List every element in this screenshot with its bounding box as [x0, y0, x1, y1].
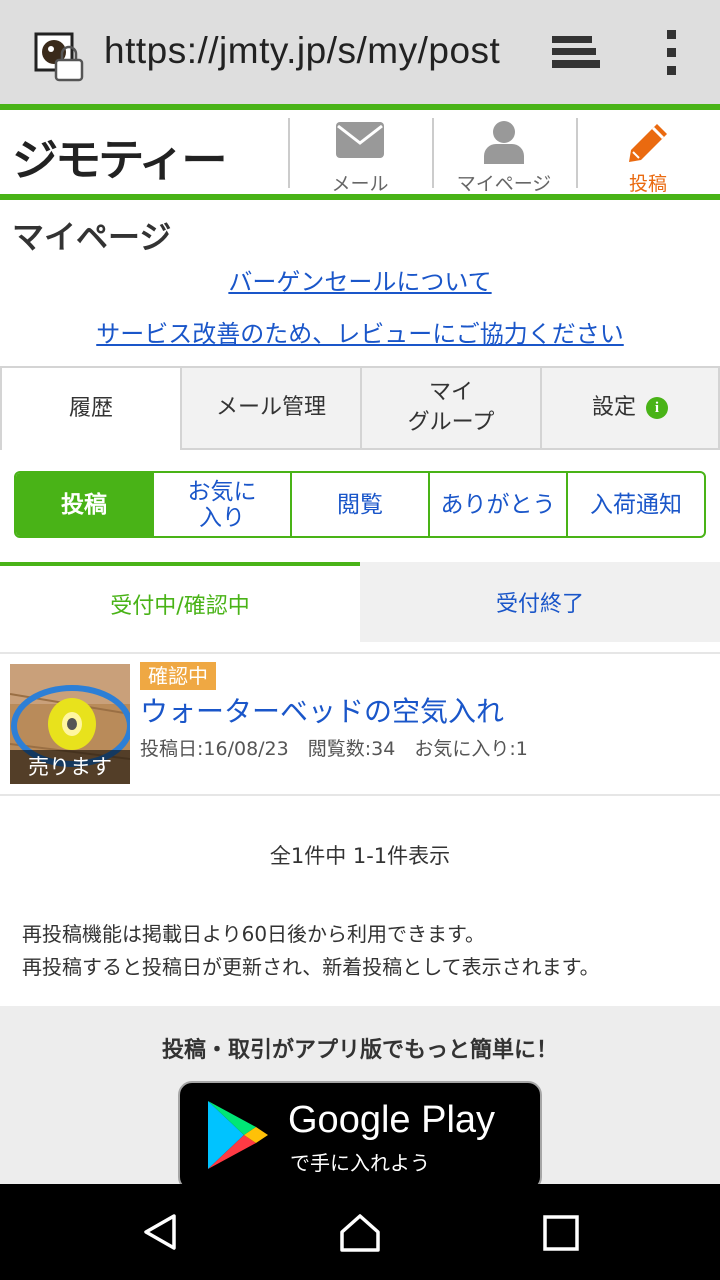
tab-mail-manage-label: メール管理	[215, 395, 326, 420]
segment-thanks[interactable]: ありがとう	[428, 473, 566, 536]
site-header: ジモティー メール マイページ 投稿	[0, 110, 720, 196]
overflow-menu-icon[interactable]	[664, 30, 680, 76]
site-logo[interactable]: ジモティー	[12, 124, 228, 188]
repost-note: 再投稿機能は掲載日より60日後から利用できます。 再投稿すると投稿日が更新され、…	[22, 918, 600, 984]
segment-favorites-line2: 入り	[199, 504, 245, 531]
back-icon[interactable]	[140, 1212, 180, 1252]
recents-icon[interactable]	[542, 1214, 580, 1252]
segment-favorites-line1: お気に	[187, 478, 257, 505]
review-request-link[interactable]: サービス改善のため、レビューにご協力ください	[0, 314, 720, 349]
result-count: 全1件中 1-1件表示	[269, 844, 451, 868]
listing-meta: 投稿日:16/08/23 閲覧数:34 お気に入り:1	[140, 738, 528, 760]
status-subtabs: 受付中/確認中 受付終了	[0, 562, 720, 642]
listing-thumbnail[interactable]: 売ります	[10, 664, 130, 784]
app-promo-text: 投稿・取引がアプリ版でもっと簡単に！	[161, 1038, 558, 1063]
tab-my-group[interactable]: マイ グループ	[360, 366, 542, 450]
info-icon: i	[646, 397, 668, 419]
tab-history[interactable]: 履歴	[0, 366, 182, 450]
segment-favorites[interactable]: お気に 入り	[152, 473, 290, 536]
google-play-icon	[208, 1101, 268, 1169]
tabs-icon[interactable]	[548, 34, 602, 74]
google-play-badge[interactable]: Google Play で手に入れよう	[178, 1081, 542, 1191]
browser-toolbar: https://jmty.jp/s/my/post	[0, 0, 720, 104]
mail-icon	[336, 122, 384, 158]
divider	[0, 794, 720, 796]
divider	[0, 652, 720, 654]
listing-category-label: 売ります	[10, 750, 130, 784]
segment-post[interactable]: 投稿	[16, 473, 152, 536]
segment-viewed[interactable]: 閲覧	[290, 473, 428, 536]
subtab-accepting[interactable]: 受付中/確認中	[0, 562, 360, 642]
status-badge: 確認中	[140, 662, 216, 690]
nav-mypage[interactable]: マイページ	[434, 110, 574, 196]
header-bottom-line	[0, 194, 720, 200]
tab-history-label: 履歴	[68, 396, 113, 421]
nav-mypage-label: マイページ	[456, 173, 552, 195]
nav-post[interactable]: 投稿	[578, 110, 718, 196]
nav-mail[interactable]: メール	[290, 110, 430, 196]
android-navigation-bar	[0, 1184, 720, 1280]
tab-mail-manage[interactable]: メール管理	[180, 366, 362, 450]
tab-settings-label: 設定	[591, 395, 636, 420]
segment-arrival[interactable]: 入荷通知	[566, 473, 704, 536]
home-icon[interactable]	[338, 1212, 382, 1254]
address-bar-url[interactable]: https://jmty.jp/s/my/post	[104, 30, 500, 72]
nav-post-label: 投稿	[628, 173, 667, 195]
nav-mail-label: メール	[331, 173, 389, 195]
favicon-lock-icon	[34, 32, 84, 82]
segment-favorites-label: お気に 入り	[188, 479, 257, 531]
google-play-subtitle: で手に入れよう	[290, 1151, 430, 1175]
subtab-closed[interactable]: 受付終了	[360, 562, 720, 642]
person-icon	[484, 121, 524, 164]
tab-my-group-line2: グループ	[407, 410, 495, 435]
app-promo-banner: 投稿・取引がアプリ版でもっと簡単に！ Google Play で手に入れよう	[0, 1006, 720, 1191]
tab-my-group-line1: マイ	[428, 380, 473, 405]
google-play-title: Google Play	[288, 1099, 496, 1141]
main-tabs: 履歴 メール管理 マイグループ 設定 i	[0, 366, 720, 450]
history-segment-control: 投稿 お気に 入り 閲覧 ありがとう 入荷通知	[14, 471, 706, 538]
repost-note-line1: 再投稿機能は掲載日より60日後から利用できます。	[22, 922, 486, 946]
repost-note-line2: 再投稿すると投稿日が更新され、新着投稿として表示されます。	[22, 955, 600, 979]
tab-settings[interactable]: 設定 i	[540, 366, 720, 450]
bargain-sale-link[interactable]: バーゲンセールについて	[0, 262, 720, 297]
listing-title-link[interactable]: ウォーターベッドの空気入れ	[140, 690, 504, 730]
page-title: マイページ	[12, 218, 172, 256]
tab-my-group-label: マイ グループ	[408, 378, 495, 438]
pencil-icon	[629, 124, 667, 162]
